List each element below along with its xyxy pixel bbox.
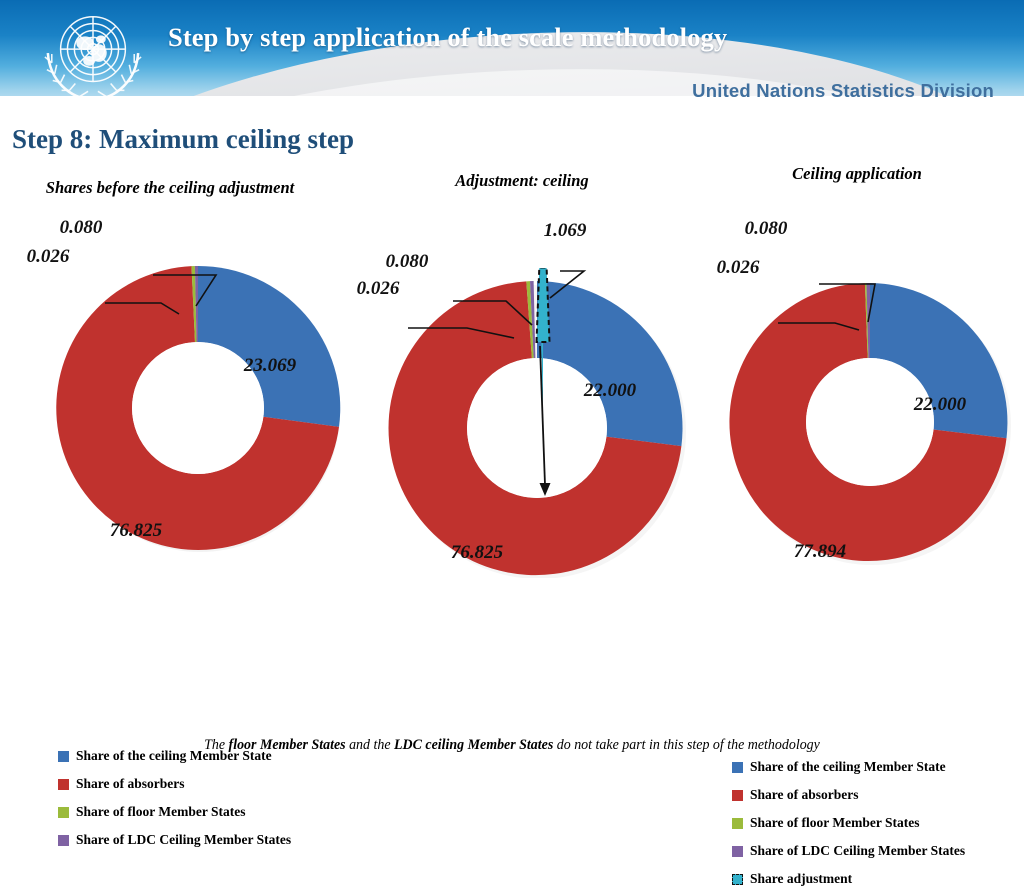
chart-panel-3: Ceiling application 22.000 77.894 0.080 … (690, 160, 1024, 760)
chart-3-callout-labels: 0.080 0.026 (717, 218, 788, 278)
footnote-bold-floor: floor Member States (228, 737, 346, 753)
legend-label-ldc-ceiling-member-states: Share of LDC Ceiling Member States (750, 843, 966, 858)
chart-2-red-value: 76.825 (451, 542, 504, 563)
banner-subtitle: United Nations Statistics Division (692, 80, 994, 101)
legend-item-ldc-ceiling-member-states: Share of LDC Ceiling Member States (58, 826, 291, 854)
legend-label-ldc-ceiling-member-states: Share of LDC Ceiling Member States (76, 832, 292, 847)
chart-panel-1: Shares before the ceiling adjustment 23.… (0, 160, 360, 847)
chart-2-callout-labels: 1.069 0.080 0.026 (357, 220, 587, 299)
footnote-part-3: do not take part in this step of the met… (553, 737, 820, 753)
footnote-part-1: The (204, 737, 229, 753)
legend-label-floor-member-states: Share of floor Member States (76, 804, 246, 819)
footnote-part-2: and the (345, 737, 395, 753)
chart-1-purple-value: 0.080 (60, 217, 103, 238)
chart-2-blue-value: 22.000 (583, 380, 637, 401)
legend-swatch-green (58, 806, 69, 818)
legend-label-absorbers: Share of absorbers (76, 776, 185, 791)
legend-label-ceiling-member-state: Share of the ceiling Member State (750, 759, 946, 774)
legend-label-share-adjustment: Share adjustment (750, 871, 853, 886)
legend-item-floor-member-states: Share of floor Member States (732, 809, 965, 837)
chart-panel-2: Adjustment: ceiling 22.000 76.825 1.069 … (352, 160, 965, 886)
un-emblem-icon (44, 15, 142, 102)
chart-3-red-value: 77.894 (794, 541, 846, 562)
legend-item-absorbers: Share of absorbers (732, 781, 965, 809)
legend-swatch-cyan (732, 873, 743, 885)
legend-swatch-red (732, 789, 743, 801)
chart-2-green-value: 0.026 (357, 278, 400, 299)
chart-1-legend: Share of the ceiling Member State Share … (58, 742, 291, 854)
legend-label-absorbers: Share of absorbers (750, 787, 859, 802)
chart-1-green-value: 0.026 (27, 246, 70, 267)
legend-swatch-purple (58, 834, 69, 846)
chart-2-purple-value: 0.080 (386, 251, 429, 272)
chart-1-red-value: 76.825 (110, 520, 163, 541)
chart-2-legend: Share of the ceiling Member State Share … (732, 753, 965, 893)
legend-item-share-adjustment: Share adjustment (732, 865, 965, 893)
chart-3-purple-value: 0.080 (745, 218, 788, 239)
legend-item-absorbers: Share of absorbers (58, 770, 291, 798)
chart-2-title: Adjustment: ceiling (455, 171, 589, 190)
chart-3-title: Ceiling application (792, 164, 922, 183)
banner-title: Step by step application of the scale me… (168, 22, 728, 52)
footnote-bold-ldc: LDC ceiling Member States (394, 737, 554, 753)
legend-item-floor-member-states: Share of floor Member States (58, 798, 291, 826)
chart-1-callout-labels: 0.080 0.026 (27, 217, 103, 267)
chart-1-title: Shares before the ceiling adjustment (45, 178, 295, 197)
chart-2-cyan-value: 1.069 (544, 220, 587, 241)
legend-swatch-green (732, 817, 743, 829)
chart-1-blue-value: 23.069 (243, 355, 297, 376)
page-title: Step 8: Maximum ceiling step (12, 124, 354, 154)
header-banner: Step by step application of the scale me… (0, 0, 1024, 110)
chart-3-blue-value: 22.000 (913, 394, 967, 415)
legend-swatch-red (58, 778, 69, 790)
legend-swatch-blue (732, 761, 743, 773)
legend-label-floor-member-states: Share of floor Member States (750, 815, 920, 830)
legend-swatch-purple (732, 845, 743, 857)
chart-3-green-value: 0.026 (717, 257, 760, 278)
footnote: The floor Member States and the LDC ceil… (36, 737, 988, 754)
legend-item-ldc-ceiling-member-states: Share of LDC Ceiling Member States (732, 837, 965, 865)
